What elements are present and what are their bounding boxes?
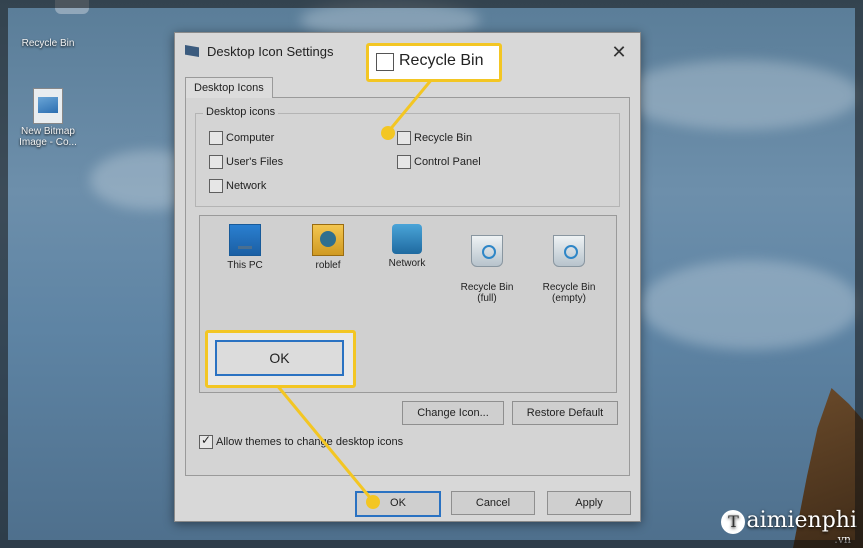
list-item-label: Network [388, 258, 426, 269]
recycle-bin-icon [33, 0, 89, 34]
checkbox-users-files[interactable]: User's Files [209, 155, 283, 169]
checkbox-control-panel[interactable]: Control Panel [397, 155, 481, 169]
callout-ok-button: OK [215, 340, 344, 376]
callout-ok: OK [205, 330, 356, 388]
checkbox-label: User's Files [226, 156, 284, 168]
checkbox-label: Allow themes to change desktop icons [216, 436, 404, 448]
apply-button[interactable]: Apply [547, 491, 631, 515]
desktop-icon-label: Recycle Bin [21, 38, 75, 49]
checkbox-allow-themes[interactable]: Allow themes to change desktop icons [199, 433, 404, 449]
user-folder-icon [312, 224, 344, 256]
computer-icon [229, 224, 261, 256]
watermark-logo: Taimienphi .vn [721, 508, 857, 546]
list-item-label: This PC [227, 260, 263, 271]
desktop-icon-settings-dialog: Desktop Icon Settings ✕ Desktop Icons De… [174, 32, 641, 522]
checkbox-label: Recycle Bin [414, 132, 473, 144]
list-item-recycle-bin-full[interactable]: Recycle Bin (full) [452, 224, 522, 304]
list-item-recycle-bin-empty[interactable]: Recycle Bin (empty) [534, 224, 604, 304]
recycle-bin-empty-icon [553, 235, 585, 267]
checkbox-box[interactable] [199, 433, 213, 449]
cloud [620, 60, 860, 130]
list-item-this-pc[interactable]: This PC [210, 224, 280, 271]
checkbox-label: Network [226, 180, 267, 192]
checkbox-box[interactable] [209, 179, 223, 193]
cancel-button[interactable]: Cancel [451, 491, 535, 515]
checkbox-label: Computer [226, 132, 275, 144]
bitmap-image-icon [33, 88, 63, 124]
list-item-roblef[interactable]: roblef [293, 224, 363, 271]
checkbox-network[interactable]: Network [209, 179, 266, 193]
checkbox-box [376, 53, 394, 71]
logo-letter: T [721, 510, 746, 534]
callout-label: Recycle Bin [399, 52, 484, 69]
close-icon[interactable]: ✕ [606, 39, 632, 65]
recycle-bin-full-icon [471, 235, 503, 267]
checkbox-box[interactable] [209, 131, 223, 145]
checkbox-box[interactable] [209, 155, 223, 169]
group-title: Desktop icons [203, 106, 279, 118]
settings-window-icon [185, 45, 199, 57]
network-icon [392, 224, 422, 254]
tab-desktop-icons[interactable]: Desktop Icons [185, 77, 273, 98]
checkbox-box[interactable] [397, 131, 411, 145]
restore-default-button[interactable]: Restore Default [512, 401, 618, 425]
change-icon-button[interactable]: Change Icon... [402, 401, 504, 425]
list-item-network[interactable]: Network [372, 224, 442, 269]
cloud [640, 260, 860, 350]
callout-recycle-bin: Recycle Bin [366, 43, 502, 82]
checkbox-label: Control Panel [414, 156, 481, 168]
desktop-icon-bitmap[interactable]: New Bitmap Image - Co... [8, 88, 88, 148]
list-item-label: Recycle Bin (full) [460, 282, 514, 304]
desktop-icon-label: New Bitmap Image - Co... [19, 126, 77, 148]
checkbox-box[interactable] [397, 155, 411, 169]
callout-dot [381, 126, 395, 140]
watermark-brand: aimienphi [746, 508, 857, 533]
desktop-icon-recycle-bin[interactable]: Recycle Bin [8, 0, 89, 49]
list-item-label: Recycle Bin (empty) [542, 282, 596, 304]
checkbox-computer[interactable]: Computer [209, 131, 274, 145]
dialog-title: Desktop Icon Settings [207, 44, 334, 59]
list-item-label: roblef [315, 260, 341, 271]
checkbox-recycle-bin[interactable]: Recycle Bin [397, 131, 472, 145]
callout-dot [366, 495, 380, 509]
watermark-suffix: .vn [834, 533, 851, 546]
